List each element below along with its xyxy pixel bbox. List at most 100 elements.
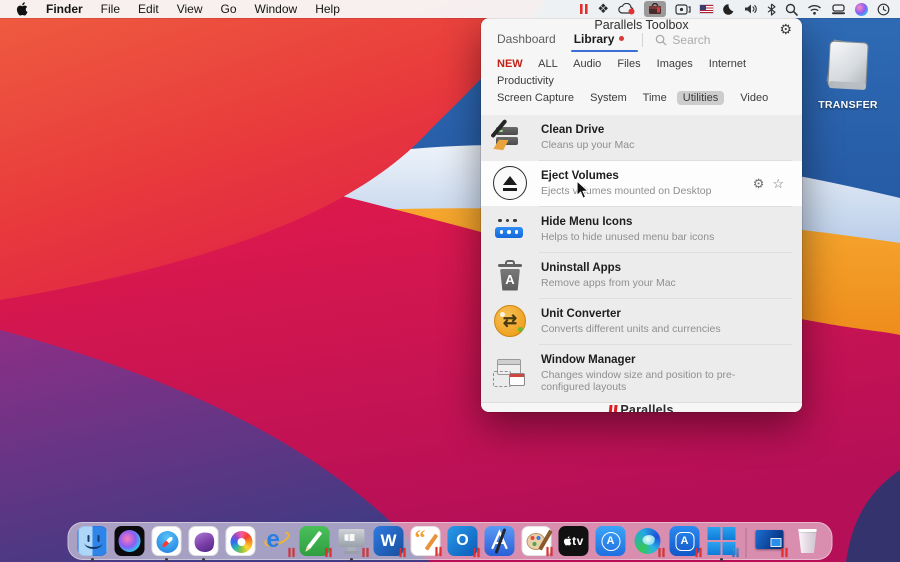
dock-item-windows[interactable] (707, 526, 737, 560)
dock-item-finder[interactable] (78, 526, 108, 560)
outlook-icon: O (448, 526, 478, 556)
category-filters: NEW ALL Audio Files Images Internet Prod… (481, 49, 802, 115)
dock-item-photos[interactable] (226, 526, 256, 560)
tool-title: Hide Menu Icons (541, 216, 714, 229)
parallels-logo-bars (609, 405, 616, 413)
spotlight-search-icon[interactable] (785, 1, 798, 17)
dev-tools-icon (485, 526, 515, 556)
eject-volumes-icon (491, 165, 531, 203)
dock-item-word[interactable]: W (374, 526, 404, 560)
bluetooth-icon[interactable] (767, 1, 776, 17)
category-images[interactable]: Images (657, 58, 693, 70)
tool-clean-drive[interactable]: Clean Drive Cleans up your Mac (481, 115, 802, 160)
safari-icon (152, 526, 182, 556)
tool-window-manager[interactable]: Window Manager Changes window size and p… (481, 345, 802, 402)
parallels-logo-text: Parallels (620, 403, 673, 412)
dock-item-paint[interactable] (522, 526, 552, 560)
running-indicator (350, 558, 353, 561)
tab-dashboard[interactable]: Dashboard (497, 32, 556, 49)
tool-favorite-star-icon[interactable]: ☆ (772, 176, 784, 192)
search-placeholder: Search (672, 33, 710, 47)
tool-title: Unit Converter (541, 308, 721, 321)
clock-icon[interactable] (877, 1, 890, 17)
menu-view[interactable]: View (168, 0, 212, 18)
dock-item-safari[interactable] (152, 526, 182, 560)
tool-eject-volumes[interactable]: Eject Volumes Ejects volumes mounted on … (481, 161, 802, 206)
parallels-toolbox-menu-icon[interactable] (644, 1, 666, 17)
unit-converter-icon: ⇄ (491, 303, 531, 341)
wifi-icon[interactable] (807, 1, 822, 17)
do-not-disturb-moon-icon[interactable] (722, 1, 735, 17)
menu-go[interactable]: Go (212, 0, 246, 18)
dock-item-app-store[interactable]: A (596, 526, 626, 560)
menu-file[interactable]: File (92, 0, 129, 18)
parallels-badge (781, 548, 788, 557)
category-system[interactable]: System (590, 92, 627, 104)
tool-hide-menu-icons[interactable]: Hide Menu Icons Helps to hide unused men… (481, 207, 802, 252)
tool-settings-gear-icon[interactable]: ⚙ (753, 176, 765, 192)
clean-drive-icon (491, 119, 531, 157)
input-source-us-flag-icon[interactable] (700, 1, 713, 17)
trash-icon (793, 526, 823, 556)
settings-gear-icon[interactable]: ⚙ (779, 21, 792, 38)
display-icon[interactable] (831, 1, 846, 17)
category-audio[interactable]: Audio (573, 58, 601, 70)
paint-icon (522, 526, 552, 556)
dock-item-apple-tv[interactable]: tv (559, 526, 589, 560)
desktop-drive-transfer[interactable]: TRANSFER (810, 38, 886, 111)
cloud-sync-icon[interactable] (618, 1, 635, 17)
parallels-badge (288, 548, 295, 557)
parallels-badge (546, 547, 553, 556)
screen-record-icon[interactable] (675, 1, 691, 17)
apple-menu-icon[interactable] (16, 2, 29, 16)
dock-item-minimized-window[interactable] (756, 526, 786, 560)
category-video[interactable]: Video (740, 92, 768, 104)
dock-item-edge[interactable] (633, 526, 663, 560)
category-productivity[interactable]: Productivity (497, 75, 554, 87)
category-internet[interactable]: Internet (709, 58, 746, 70)
macos-desktop: Finder File Edit View Go Window Help ❖ (0, 0, 900, 562)
dock-item-trash[interactable] (793, 526, 823, 560)
volume-icon[interactable] (744, 1, 758, 17)
tabs-divider (642, 33, 643, 47)
tab-library[interactable]: Library (574, 32, 625, 49)
category-all[interactable]: ALL (538, 58, 558, 70)
menu-help[interactable]: Help (306, 0, 349, 18)
dock-item-siri[interactable] (115, 526, 145, 560)
menu-window[interactable]: Window (246, 0, 307, 18)
menu-finder[interactable]: Finder (37, 0, 92, 18)
search-field[interactable]: Search (655, 33, 710, 47)
parallels-desktop-icon (337, 526, 367, 556)
drive-label: TRANSFER (810, 99, 886, 111)
microsoft-store-icon: A (670, 526, 700, 556)
dock-item-microsoft-store[interactable]: A (670, 526, 700, 560)
wordpad-icon: “ (411, 526, 441, 556)
dropbox-icon[interactable]: ❖ (597, 1, 609, 17)
window-title: Parallels Toolbox (594, 18, 688, 32)
category-files[interactable]: Files (617, 58, 640, 70)
category-screen-capture[interactable]: Screen Capture (497, 92, 574, 104)
dock-item-windows-notepad[interactable] (300, 526, 330, 560)
menu-bar: Finder File Edit View Go Window Help ❖ (0, 0, 900, 18)
tools-list: Clean Drive Cleans up your Mac Eject Vol… (481, 115, 802, 402)
parallels-badge (732, 548, 739, 557)
category-utilities-selected[interactable]: Utilities (677, 91, 724, 105)
hide-menu-icons-icon (491, 211, 531, 249)
dock-item-wordpad[interactable]: “ (411, 526, 441, 560)
parallels-status-icon[interactable] (580, 1, 588, 17)
dock-item-parallels-desktop[interactable] (337, 526, 367, 560)
category-time[interactable]: Time (643, 92, 667, 104)
category-new[interactable]: NEW (497, 58, 523, 70)
mouse-cursor (576, 180, 590, 200)
tool-uninstall-apps[interactable]: A Uninstall Apps Remove apps from your M… (481, 253, 802, 298)
tool-unit-converter[interactable]: ⇄ Unit Converter Converts different unit… (481, 299, 802, 344)
running-indicator (720, 558, 723, 561)
dock-item-dev-tools[interactable] (485, 526, 515, 560)
siri-icon[interactable] (855, 1, 868, 17)
dock-item-outlook[interactable]: O (448, 526, 478, 560)
menu-edit[interactable]: Edit (129, 0, 168, 18)
library-notification-dot (619, 36, 624, 41)
dock-item-parallels-purple-app[interactable] (189, 526, 219, 560)
dock-item-internet-explorer[interactable]: e (263, 526, 293, 560)
tool-title: Eject Volumes (541, 170, 711, 183)
